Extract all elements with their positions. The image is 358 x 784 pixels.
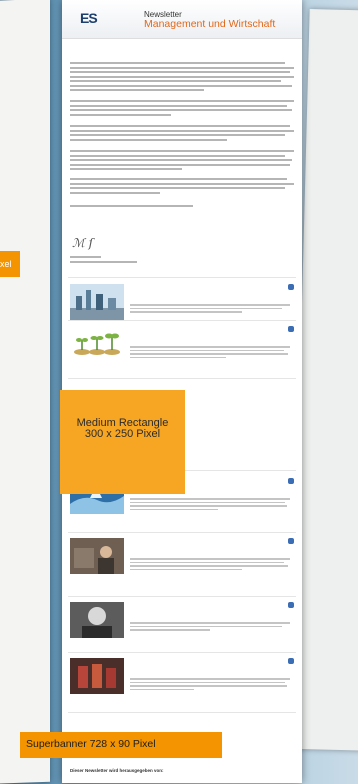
divider	[68, 277, 296, 278]
background-page-left	[0, 0, 50, 784]
share-icon[interactable]	[288, 538, 294, 544]
closing-line	[70, 205, 294, 210]
background-text	[0, 60, 22, 61]
divider	[68, 712, 296, 713]
article-thumbnail	[70, 538, 124, 574]
intro-paragraph	[70, 150, 294, 173]
footer-text: Dieser Newsletter wird herausgegeben von…	[70, 768, 164, 773]
article-teaser	[130, 558, 290, 572]
divider	[68, 596, 296, 597]
share-icon[interactable]	[288, 602, 294, 608]
article-teaser	[130, 304, 290, 315]
article-teaser	[130, 678, 290, 692]
share-icon[interactable]	[288, 478, 294, 484]
article-thumbnail	[70, 326, 124, 362]
publisher-logo: ES	[80, 10, 98, 26]
signer-name	[70, 256, 294, 265]
article-teaser	[130, 622, 290, 633]
article-teaser	[130, 498, 290, 512]
side-ad-fragment: xel	[0, 251, 20, 277]
divider	[68, 532, 296, 533]
article-teaser	[130, 346, 290, 360]
article-thumbnail	[70, 284, 124, 320]
intro-paragraph	[70, 62, 294, 94]
intro-paragraph	[70, 125, 294, 143]
article-thumbnail	[70, 658, 124, 694]
superbanner-ad[interactable]: Superbanner 728 x 90 Pixel	[20, 732, 222, 758]
share-icon[interactable]	[288, 326, 294, 332]
signature: ℳ ſ	[72, 236, 94, 250]
article-thumbnail	[70, 602, 124, 638]
newsletter-subtitle: Management und Wirtschaft	[144, 18, 276, 30]
medium-rectangle-label: Medium Rectangle 300 x 250 Pixel	[60, 418, 185, 440]
superbanner-label: Superbanner 728 x 90 Pixel	[26, 738, 156, 750]
divider	[68, 320, 296, 321]
divider	[68, 652, 296, 653]
ad-label-line2: 300 x 250 Pixel	[84, 428, 161, 440]
medium-rectangle-ad[interactable]: Medium Rectangle 300 x 250 Pixel	[60, 390, 185, 494]
intro-paragraph	[70, 178, 294, 196]
intro-paragraph	[70, 100, 294, 118]
share-icon[interactable]	[288, 284, 294, 290]
share-icon[interactable]	[288, 658, 294, 664]
newsletter-header: ES Newsletter Management und Wirtschaft	[62, 0, 302, 39]
divider	[68, 378, 296, 379]
